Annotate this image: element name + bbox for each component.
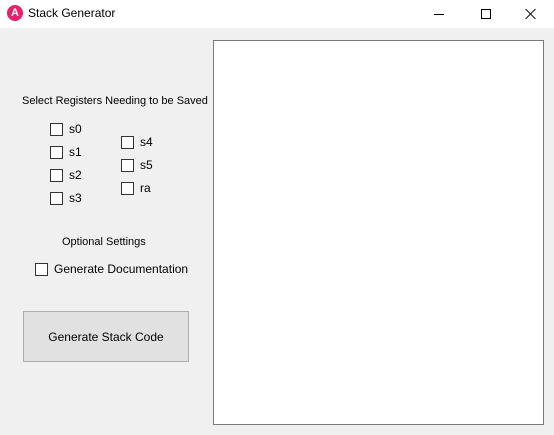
maximize-icon xyxy=(481,9,491,19)
close-button[interactable] xyxy=(508,0,554,28)
checkbox-label: ra xyxy=(140,181,151,195)
minimize-icon xyxy=(434,13,444,15)
checkbox-label: s3 xyxy=(69,191,82,205)
close-icon xyxy=(525,8,537,20)
title-bar: A Stack Generator xyxy=(0,0,554,28)
app-icon: A xyxy=(7,5,23,21)
checkbox-box[interactable] xyxy=(50,122,63,136)
checkbox-label: s2 xyxy=(69,168,82,182)
checkbox-box[interactable] xyxy=(121,135,134,149)
generate-stack-code-button[interactable]: Generate Stack Code xyxy=(23,311,189,362)
minimize-button[interactable] xyxy=(416,0,462,28)
checkbox-label: Generate Documentation xyxy=(54,262,189,276)
checkbox-box[interactable] xyxy=(121,158,134,172)
checkbox-s2[interactable]: s2 xyxy=(50,168,82,182)
checkbox-box[interactable] xyxy=(35,262,48,276)
checkbox-box[interactable] xyxy=(50,145,63,159)
checkbox-label: s5 xyxy=(140,158,153,172)
checkbox-s1[interactable]: s1 xyxy=(50,145,82,159)
output-textbox[interactable] xyxy=(213,40,544,425)
checkbox-label: s0 xyxy=(69,122,82,136)
checkbox-s3[interactable]: s3 xyxy=(50,191,82,205)
checkbox-s5[interactable]: s5 xyxy=(121,158,153,172)
checkbox-s4[interactable]: s4 xyxy=(121,135,153,149)
checkbox-ra[interactable]: ra xyxy=(121,181,151,195)
checkbox-label: s1 xyxy=(69,145,82,159)
checkbox-generate-documentation[interactable]: Generate Documentation xyxy=(35,262,188,276)
checkbox-box[interactable] xyxy=(121,181,134,195)
registers-heading: Select Registers Needing to be Saved xyxy=(22,95,208,107)
checkbox-box[interactable] xyxy=(50,191,63,205)
checkbox-s0[interactable]: s0 xyxy=(50,122,82,136)
checkbox-box[interactable] xyxy=(50,168,63,182)
checkbox-label: s4 xyxy=(140,135,153,149)
optional-settings-heading: Optional Settings xyxy=(62,236,146,248)
window-title: Stack Generator xyxy=(28,6,116,20)
maximize-button[interactable] xyxy=(463,0,509,28)
